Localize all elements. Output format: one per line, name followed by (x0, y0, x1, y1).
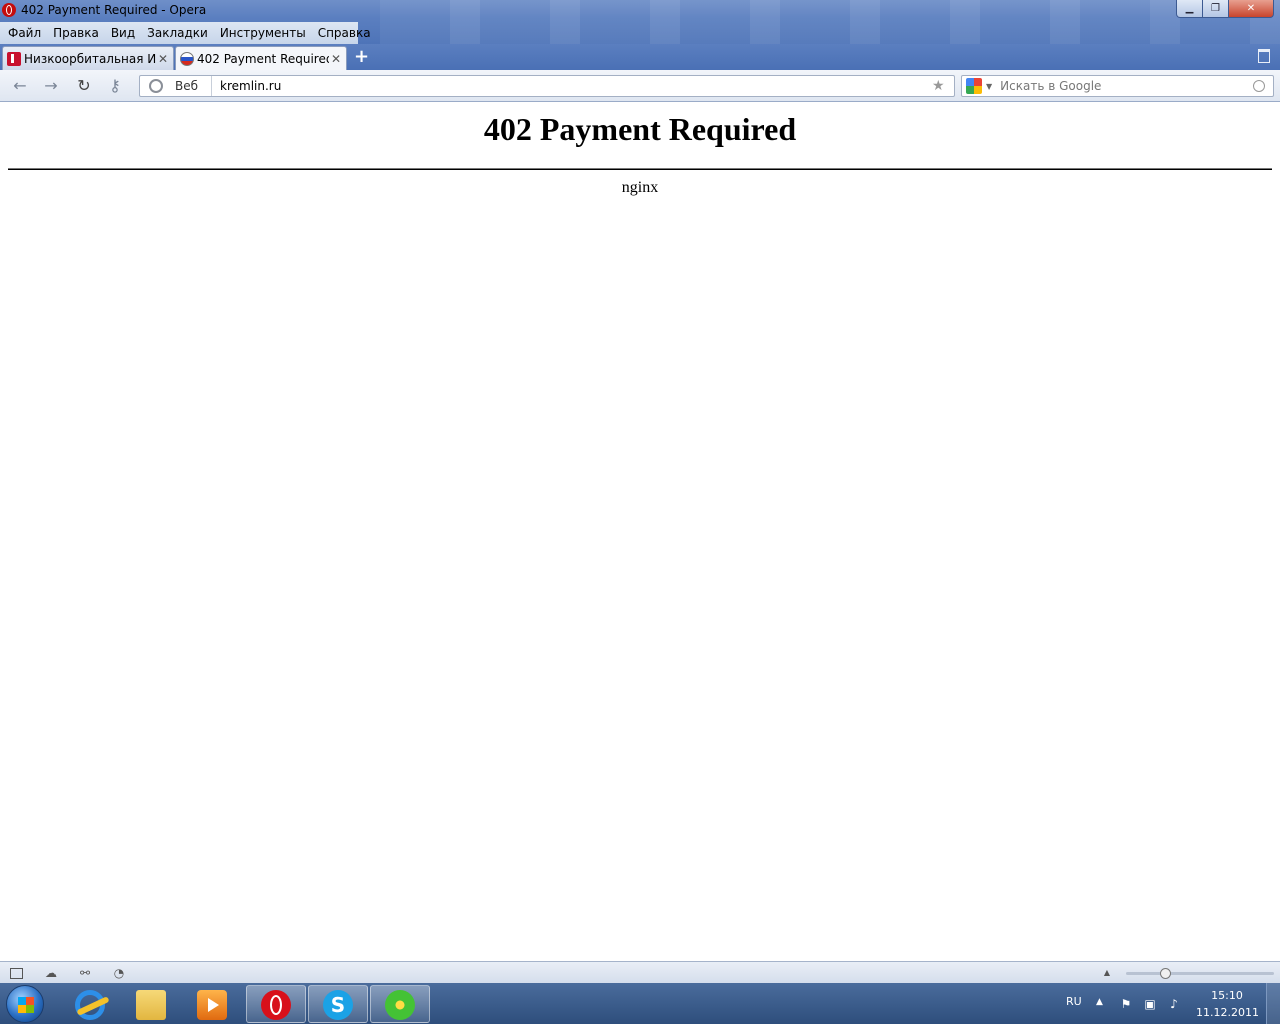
window-controls: ▁ ❐ ✕ (1176, 0, 1274, 18)
zoom-slider-knob[interactable] (1160, 968, 1172, 979)
icq-flower-icon (385, 990, 415, 1020)
start-button[interactable] (6, 985, 44, 1023)
menu-tools[interactable]: Инструменты (214, 22, 312, 44)
language-indicator[interactable]: RU (1066, 995, 1082, 1008)
opera-logo-icon[interactable] (2, 3, 16, 17)
menu-bar: Файл Правка Вид Закладки Инструменты Спр… (0, 22, 371, 44)
taskbar-opera[interactable] (246, 985, 306, 1023)
window-title: 402 Payment Required - Opera (21, 3, 207, 17)
media-player-icon (197, 990, 227, 1020)
clock-time[interactable]: 15:10 (1200, 989, 1254, 1002)
red-tab-favicon-icon (7, 51, 21, 66)
search-icon[interactable] (1253, 80, 1265, 92)
google-icon[interactable] (966, 78, 982, 94)
taskbar-icq[interactable] (370, 985, 430, 1023)
address-bar[interactable]: Веб kremlin.ru ★ (139, 75, 955, 97)
horizontal-rule (8, 168, 1272, 170)
show-desktop-button[interactable] (1266, 983, 1280, 1024)
skype-icon: S (323, 990, 353, 1020)
flag-action-center-icon[interactable]: ⚑ (1119, 997, 1133, 1011)
tab-label: 402 Payment Required (197, 51, 329, 66)
volume-icon[interactable]: ♪ (1167, 997, 1181, 1011)
turbo-icon[interactable]: ⚯ (78, 966, 92, 980)
opera-icon (261, 990, 291, 1020)
search-engine-dropdown-icon[interactable]: ▼ (986, 82, 992, 91)
menu-view[interactable]: Вид (105, 22, 141, 44)
menu-help[interactable]: Справка (312, 22, 377, 44)
tab-label: Низкоорбитальная И... (24, 51, 156, 66)
tab-news[interactable]: Низкоорбитальная И... ✕ (2, 46, 174, 70)
back-button[interactable]: ← (11, 77, 29, 95)
address-toolbar: ← → ↻ ⚷ Веб kremlin.ru ★ ▼ Искать в Goog… (0, 70, 1280, 102)
zoom-reset-arrow-icon[interactable]: ▲ (1100, 966, 1114, 980)
tab-payment-required[interactable]: 402 Payment Required ✕ (175, 46, 347, 70)
speed-dial-icon[interactable]: ◔ (112, 966, 126, 980)
close-button[interactable]: ✕ (1228, 0, 1274, 18)
taskbar-windows-explorer[interactable] (121, 985, 181, 1023)
tab-close-icon[interactable]: ✕ (156, 52, 170, 66)
globe-icon (149, 79, 163, 93)
internet-explorer-icon (75, 990, 105, 1020)
closed-tabs-trash-icon[interactable] (1258, 49, 1270, 63)
search-input[interactable]: Искать в Google (1000, 79, 1253, 93)
taskbar-media-player[interactable] (182, 985, 242, 1023)
network-icon[interactable]: ▣ (1143, 997, 1157, 1011)
minimize-button[interactable]: ▁ (1176, 0, 1203, 18)
wand-key-button[interactable]: ⚷ (106, 77, 124, 95)
maximize-button[interactable]: ❐ (1202, 0, 1229, 18)
panel-toggle-icon[interactable] (10, 968, 23, 979)
tab-close-icon[interactable]: ✕ (329, 52, 343, 66)
reload-button[interactable]: ↻ (75, 77, 93, 95)
server-signature: nginx (621, 179, 659, 196)
show-hidden-icons-arrow-icon[interactable]: ▲ (1096, 997, 1103, 1007)
menu-file[interactable]: Файл (2, 22, 47, 44)
page-viewport: 402 Payment Required nginx (0, 103, 1280, 961)
forward-button[interactable]: → (42, 77, 60, 95)
site-info-label[interactable]: Веб (175, 79, 211, 93)
new-tab-button[interactable]: + (354, 47, 369, 67)
unite-cloud-icon[interactable]: ☁ (44, 966, 58, 980)
page-title: 402 Payment Required (483, 111, 797, 147)
address-separator (211, 76, 212, 96)
russian-flag-favicon-icon (180, 51, 194, 66)
status-bar: ☁ ⚯ ◔ ▲ (0, 961, 1280, 983)
menu-bookmarks[interactable]: Закладки (141, 22, 214, 44)
taskbar-internet-explorer[interactable] (60, 985, 120, 1023)
taskbar: S RU ▲ ⚑ ▣ ♪ 15:10 11.12.2011 (0, 983, 1280, 1024)
zoom-slider-track[interactable] (1126, 972, 1274, 975)
url-input[interactable]: kremlin.ru (220, 79, 932, 93)
taskbar-skype[interactable]: S (308, 985, 368, 1023)
menu-edit[interactable]: Правка (47, 22, 105, 44)
folder-icon (136, 990, 166, 1020)
clock-date[interactable]: 11.12.2011 (1196, 1006, 1259, 1019)
bookmark-star-icon[interactable]: ★ (932, 78, 948, 94)
search-box[interactable]: ▼ Искать в Google (961, 75, 1274, 97)
